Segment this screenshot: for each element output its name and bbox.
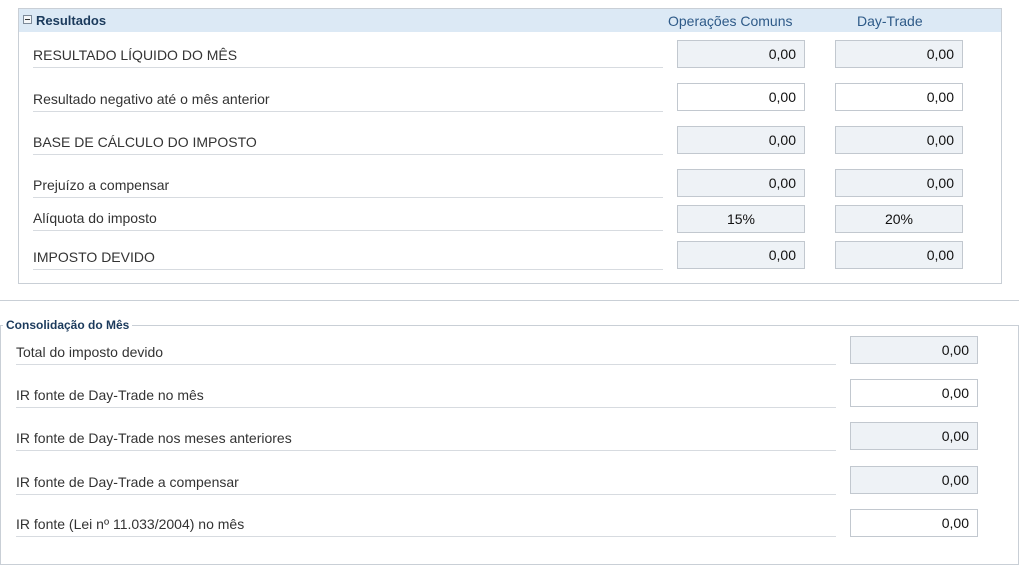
row-label-aliquota: Alíquota do imposto: [33, 210, 663, 231]
row-label-ir-daytrade-compensar: IR fonte de Day-Trade a compensar: [16, 474, 836, 495]
row-label-ir-daytrade-mes: IR fonte de Day-Trade no mês: [16, 387, 836, 408]
ir-daytrade-compensar-field: 0,00: [850, 466, 978, 494]
resultados-header: Resultados Operações Comuns Day-Trade: [19, 9, 1001, 32]
aliquota-comuns-field: 15%: [677, 205, 805, 233]
row-label-ir-daytrade-anteriores: IR fonte de Day-Trade nos meses anterior…: [16, 430, 836, 451]
column-header-day-trade: Day-Trade: [857, 13, 923, 29]
base-calculo-daytrade-field: 0,00: [835, 126, 963, 154]
resultado-negativo-comuns-input[interactable]: 0,00: [677, 83, 805, 111]
resultado-negativo-daytrade-input[interactable]: 0,00: [835, 83, 963, 111]
row-label-resultado-negativo: Resultado negativo até o mês anterior: [33, 91, 663, 112]
row-label-resultado-liquido: RESULTADO LÍQUIDO DO MÊS: [33, 47, 663, 68]
row-label-ir-fonte-lei: IR fonte (Lei nº 11.033/2004) no mês: [16, 516, 836, 537]
total-imposto-field: 0,00: [850, 336, 978, 364]
imposto-devido-daytrade-field: 0,00: [835, 241, 963, 269]
section-divider: [0, 300, 1019, 301]
ir-fonte-lei-input[interactable]: 0,00: [850, 509, 978, 537]
ir-daytrade-mes-input[interactable]: 0,00: [850, 379, 978, 407]
column-header-operacoes-comuns: Operações Comuns: [668, 13, 793, 29]
base-calculo-comuns-field: 0,00: [677, 126, 805, 154]
resultados-panel: Resultados Operações Comuns Day-Trade RE…: [18, 8, 1002, 284]
prejuizo-daytrade-field: 0,00: [835, 169, 963, 197]
ir-daytrade-anteriores-field: 0,00: [850, 422, 978, 450]
resultados-title: Resultados: [36, 13, 107, 28]
row-label-prejuizo: Prejuízo a compensar: [33, 177, 663, 198]
row-label-base-calculo: BASE DE CÁLCULO DO IMPOSTO: [33, 134, 663, 155]
aliquota-daytrade-field: 20%: [835, 205, 963, 233]
row-label-total-imposto: Total do imposto devido: [16, 344, 836, 365]
prejuizo-comuns-field: 0,00: [677, 169, 805, 197]
consolidacao-title: Consolidação do Mês: [3, 318, 133, 332]
resultado-liquido-comuns-field: 0,00: [677, 40, 805, 68]
row-label-imposto-devido: IMPOSTO DEVIDO: [33, 249, 663, 270]
resultado-liquido-daytrade-field: 0,00: [835, 40, 963, 68]
collapse-icon[interactable]: [23, 15, 32, 24]
imposto-devido-comuns-field: 0,00: [677, 241, 805, 269]
